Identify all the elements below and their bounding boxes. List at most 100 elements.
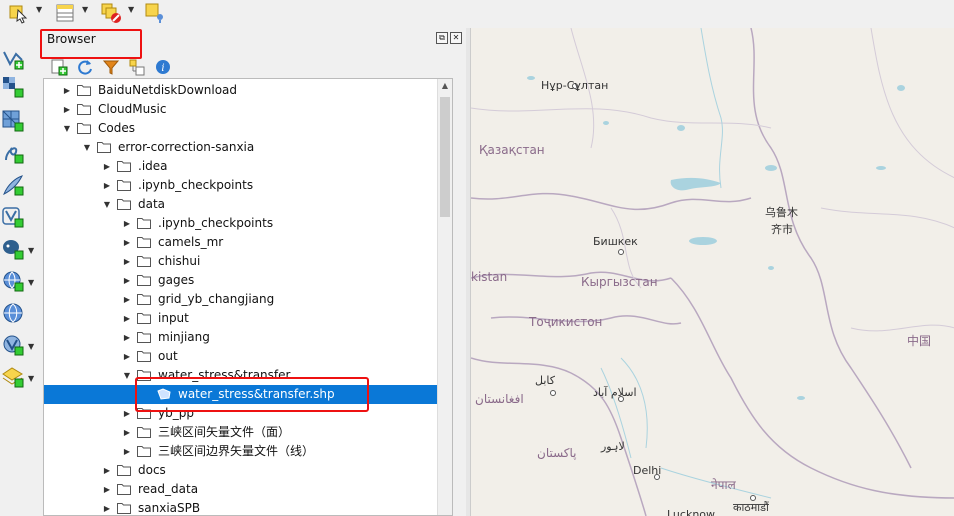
new-vector-layer-icon[interactable] bbox=[2, 48, 24, 70]
tree-item[interactable]: ▶ docs bbox=[44, 461, 452, 480]
tree-item[interactable]: ▶ 三峡区间边界矢量文件（线） bbox=[44, 442, 452, 461]
map-label-urumqi-line1: 乌鲁木 bbox=[765, 206, 798, 219]
chevron-down-icon[interactable]: ▼ bbox=[36, 6, 44, 14]
map-label-lahore: لاہور bbox=[601, 440, 625, 453]
attribute-table-icon[interactable] bbox=[54, 2, 76, 24]
float-panel-icon[interactable]: ⧉ bbox=[436, 32, 448, 44]
tree-item[interactable]: ▶ sanxiaSPB bbox=[44, 499, 452, 515]
chevron-right-icon[interactable]: ▶ bbox=[122, 214, 132, 233]
map-label-nepal: नेपाल bbox=[711, 478, 736, 492]
chevron-down-icon[interactable]: ▼ bbox=[28, 246, 34, 255]
add-vector-tile-icon[interactable] bbox=[2, 366, 24, 388]
tree-item[interactable]: ▶ minjiang bbox=[44, 328, 452, 347]
tree-item[interactable]: ▶ out bbox=[44, 347, 452, 366]
tree-item[interactable]: ▶ BaiduNetdiskDownload bbox=[44, 81, 452, 100]
dock-buttons: ⧉ ✕ bbox=[436, 32, 462, 44]
chevron-down-icon[interactable]: ▼ bbox=[82, 138, 92, 157]
tree-item[interactable]: ▶ .ipynb_checkpoints bbox=[44, 214, 452, 233]
scrollbar-thumb[interactable] bbox=[440, 97, 450, 217]
chevron-right-icon[interactable]: ▶ bbox=[122, 252, 132, 271]
chevron-right-icon[interactable]: ▶ bbox=[122, 233, 132, 252]
add-wfs-layer-icon[interactable] bbox=[2, 302, 24, 324]
chevron-right-icon[interactable]: ▶ bbox=[62, 81, 72, 100]
chevron-right-icon[interactable]: ▶ bbox=[102, 157, 112, 176]
chevron-right-icon[interactable]: ▶ bbox=[122, 404, 132, 423]
select-location-icon[interactable] bbox=[144, 2, 166, 24]
chevron-right-icon[interactable]: ▶ bbox=[102, 499, 112, 515]
tree-item[interactable]: ▶ input bbox=[44, 309, 452, 328]
map-label-urumqi-line2: 齐市 bbox=[771, 223, 793, 236]
add-layer-icon[interactable] bbox=[50, 58, 68, 76]
folder-icon bbox=[137, 313, 151, 324]
tree-item[interactable]: ▶ 三峡区间矢量文件（面） bbox=[44, 423, 452, 442]
chevron-right-icon[interactable]: ▶ bbox=[122, 290, 132, 309]
chevron-down-icon[interactable]: ▼ bbox=[28, 342, 34, 351]
tree-item-label: data bbox=[138, 197, 166, 211]
tree-item[interactable]: ▶ read_data bbox=[44, 480, 452, 499]
folder-icon bbox=[117, 503, 131, 514]
chevron-down-icon[interactable]: ▼ bbox=[82, 6, 90, 14]
tree-item[interactable]: ▶ gages bbox=[44, 271, 452, 290]
folder-icon bbox=[137, 332, 151, 343]
tree-item-label: grid_yb_changjiang bbox=[158, 292, 275, 306]
chevron-right-icon[interactable]: ▶ bbox=[102, 480, 112, 499]
collapse-all-icon[interactable] bbox=[128, 58, 146, 76]
main-toolbar: ▼ ▼ ▼ bbox=[0, 0, 470, 28]
add-delimited-text-icon[interactable] bbox=[2, 142, 24, 164]
deselect-features-icon[interactable] bbox=[100, 2, 122, 24]
tree-item[interactable]: ▼ data bbox=[44, 195, 452, 214]
tree-item-label: docs bbox=[138, 463, 166, 477]
refresh-icon[interactable] bbox=[76, 58, 94, 76]
chevron-down-icon[interactable]: ▼ bbox=[28, 278, 34, 287]
add-wcs-layer-icon[interactable] bbox=[2, 334, 24, 356]
browser-tree[interactable]: ▶ sanxiaSPB ▶ read_data ▶ docs ▶ 三峡区间边界矢量文件（线） ▶… bbox=[43, 78, 453, 516]
chevron-right-icon[interactable]: ▶ bbox=[122, 423, 132, 442]
chevron-down-icon[interactable]: ▼ bbox=[28, 374, 34, 383]
chevron-down-icon[interactable]: ▼ bbox=[122, 366, 132, 385]
tree-item[interactable]: ▶ chishui bbox=[44, 252, 452, 271]
tree-item-label: input bbox=[158, 311, 189, 325]
chevron-right-icon[interactable]: ▶ bbox=[122, 442, 132, 461]
map-label-bishkek: Бишкек bbox=[593, 235, 638, 248]
add-wms-layer-icon[interactable] bbox=[2, 270, 24, 292]
chevron-right-icon[interactable]: ▶ bbox=[122, 309, 132, 328]
folder-icon bbox=[137, 351, 151, 362]
chevron-down-icon[interactable]: ▼ bbox=[102, 195, 112, 214]
add-raster-layer-icon[interactable] bbox=[2, 76, 24, 98]
add-postgis-icon[interactable] bbox=[2, 238, 24, 260]
add-spatialite-icon[interactable] bbox=[2, 174, 24, 196]
chevron-right-icon[interactable]: ▶ bbox=[122, 328, 132, 347]
tree-item-label: BaiduNetdiskDownload bbox=[98, 83, 238, 97]
chevron-right-icon[interactable]: ▶ bbox=[102, 461, 112, 480]
tree-item-label: camels_mr bbox=[158, 235, 224, 249]
chevron-right-icon[interactable]: ▶ bbox=[62, 100, 72, 119]
filter-icon[interactable] bbox=[102, 58, 120, 76]
map-label-tajikistan: Тоҷикистон bbox=[529, 315, 603, 329]
tree-item-label: read_data bbox=[138, 482, 199, 496]
add-mesh-layer-icon[interactable] bbox=[2, 110, 24, 132]
info-icon[interactable]: i bbox=[154, 58, 172, 76]
chevron-right-icon[interactable]: ▶ bbox=[122, 271, 132, 290]
scroll-up-icon[interactable]: ▲ bbox=[438, 81, 452, 93]
add-virtual-layer-icon[interactable] bbox=[2, 206, 24, 228]
close-panel-icon[interactable]: ✕ bbox=[450, 32, 462, 44]
select-features-icon[interactable] bbox=[8, 2, 30, 24]
tree-item[interactable]: ▶ .idea bbox=[44, 157, 452, 176]
tree-item[interactable]: ▶ camels_mr bbox=[44, 233, 452, 252]
tree-item[interactable]: ▼ Codes bbox=[44, 119, 452, 138]
tree-item[interactable]: ▶ .ipynb_checkpoints bbox=[44, 176, 452, 195]
chevron-right-icon[interactable]: ▶ bbox=[122, 347, 132, 366]
folder-icon bbox=[137, 427, 151, 438]
vertical-scrollbar[interactable]: ▲ bbox=[437, 79, 452, 515]
chevron-down-icon[interactable]: ▼ bbox=[62, 119, 72, 138]
tree-item-label: chishui bbox=[158, 254, 201, 268]
chevron-right-icon[interactable]: ▶ bbox=[102, 176, 112, 195]
tree-item[interactable]: ▶ CloudMusic bbox=[44, 100, 452, 119]
chevron-down-icon[interactable]: ▼ bbox=[128, 6, 136, 14]
folder-icon bbox=[117, 484, 131, 495]
tree-item-label: CloudMusic bbox=[98, 102, 167, 116]
tree-item[interactable]: ▼ error-correction-sanxia bbox=[44, 138, 452, 157]
tree-item[interactable]: ▶ grid_yb_changjiang bbox=[44, 290, 452, 309]
tree-item-label: minjiang bbox=[158, 330, 210, 344]
map-canvas[interactable]: Нұр-Сұлтан Қазақстан 乌鲁木 齐市 Бишкек Кыргы… bbox=[470, 28, 954, 516]
